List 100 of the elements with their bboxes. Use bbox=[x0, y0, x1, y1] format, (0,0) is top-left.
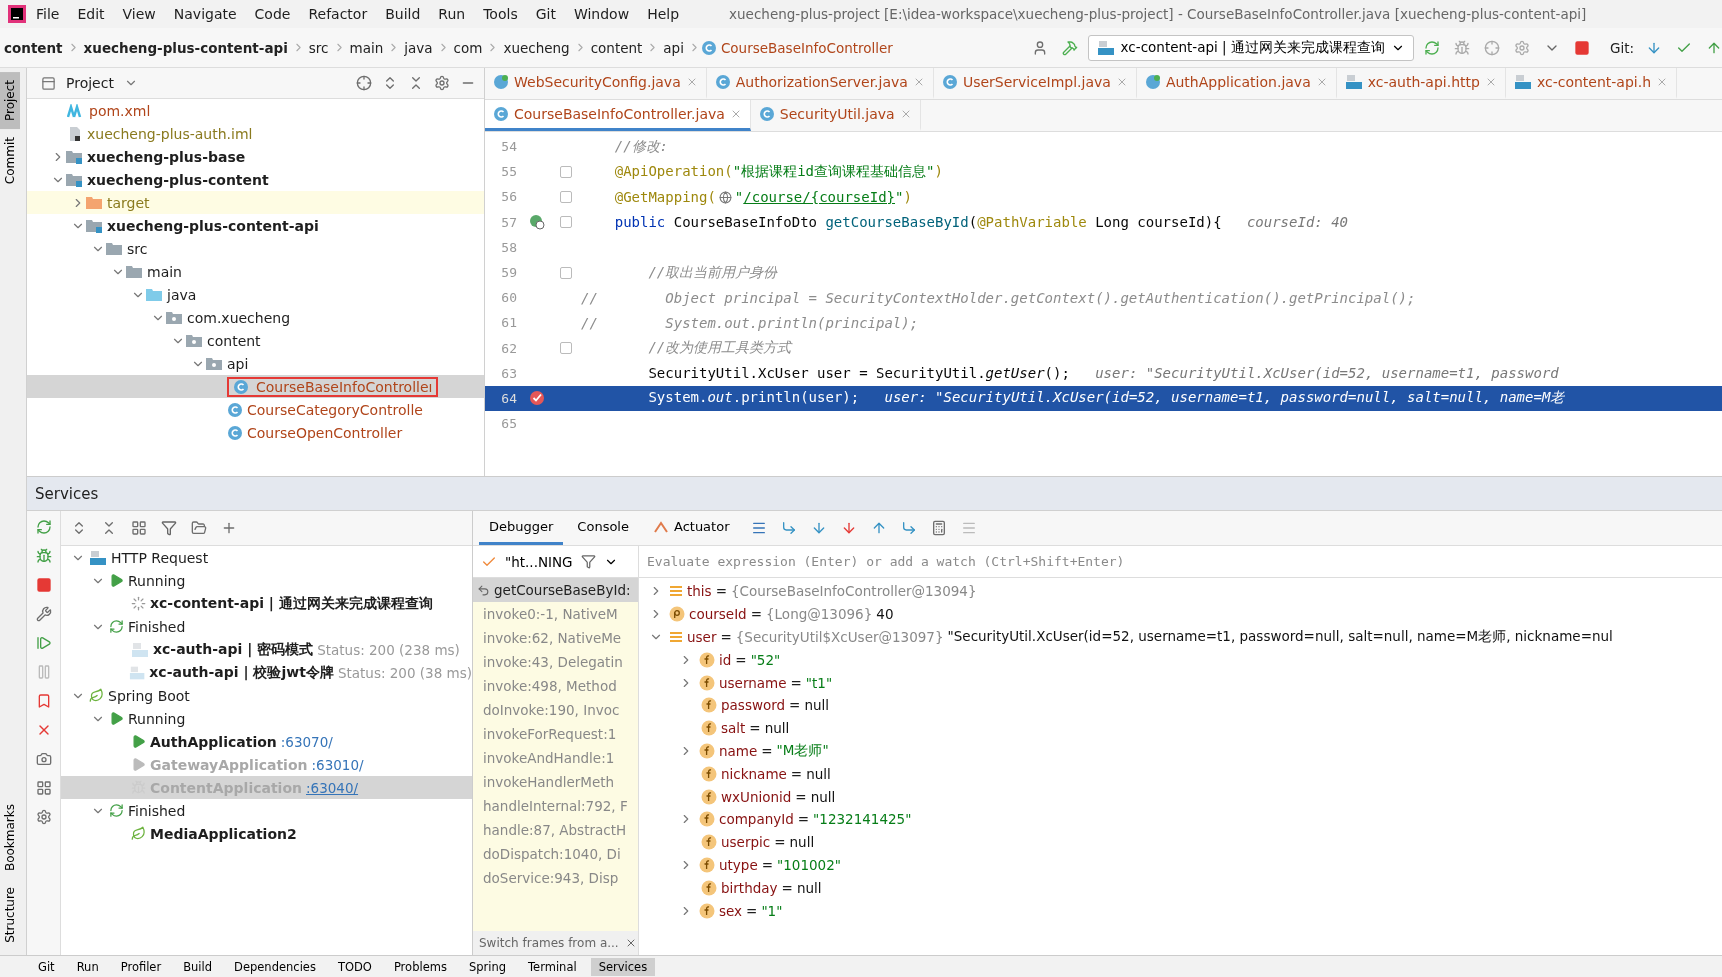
fold-marker[interactable] bbox=[560, 266, 572, 279]
fold-marker[interactable] bbox=[560, 190, 572, 203]
tree-item-label[interactable]: content bbox=[207, 332, 261, 349]
group-icon[interactable] bbox=[131, 520, 147, 536]
variable-name[interactable]: nickname bbox=[721, 765, 787, 782]
variable-name[interactable]: birthday bbox=[721, 879, 778, 896]
menu-item[interactable]: Code bbox=[246, 6, 299, 22]
breadcrumb[interactable]: content bbox=[0, 39, 67, 56]
coverage-icon[interactable] bbox=[1483, 39, 1500, 56]
locate-icon[interactable] bbox=[356, 75, 372, 91]
tool-window-tab[interactable]: Structure bbox=[0, 879, 20, 951]
tree-item-label[interactable]: com.xuecheng bbox=[187, 309, 291, 326]
tool-window-button[interactable]: Build bbox=[175, 957, 221, 976]
run-configuration-dropdown[interactable]: xc-content-api | 通过网关来完成课程查询 bbox=[1087, 34, 1414, 61]
tree-item-label[interactable]: api bbox=[227, 355, 249, 372]
breadcrumb[interactable]: com bbox=[449, 39, 487, 56]
service-item-label[interactable]: xc-content-api | 通过网关来完成课程查询 bbox=[150, 594, 433, 613]
tree-item-label[interactable]: src bbox=[127, 240, 148, 257]
filter-icon[interactable] bbox=[161, 520, 177, 536]
tree-item-label[interactable]: xuecheng-plus-content-api bbox=[107, 217, 319, 234]
tree-item-label[interactable]: CourseOpenController bbox=[247, 424, 403, 441]
debugger-tab[interactable]: Console bbox=[567, 511, 639, 545]
menu-item[interactable]: Tools bbox=[475, 6, 526, 22]
stack-frame[interactable]: doService:943, Disp bbox=[473, 866, 638, 890]
stop-icon[interactable] bbox=[1573, 39, 1590, 56]
fold-marker[interactable] bbox=[560, 216, 572, 229]
breadcrumb[interactable]: src bbox=[304, 39, 333, 56]
tool-window-button[interactable]: Terminal bbox=[520, 957, 585, 976]
service-item-label[interactable]: Running bbox=[128, 710, 186, 727]
globe-icon[interactable] bbox=[718, 190, 732, 204]
fold-marker[interactable] bbox=[560, 342, 572, 355]
menu-item[interactable]: Build bbox=[377, 6, 429, 22]
editor-tab[interactable]: AuthorizationServer.java bbox=[706, 68, 934, 99]
breadcrumb[interactable]: CourseBaseInfoController bbox=[716, 39, 897, 56]
panel-title[interactable]: Project bbox=[66, 75, 114, 91]
tool-window-button[interactable]: Dependencies bbox=[226, 957, 324, 976]
build-icon[interactable] bbox=[1061, 39, 1078, 56]
service-item-label[interactable]: xc-auth-api | 校验jwt令牌 bbox=[149, 663, 334, 682]
tree-item-label[interactable]: CourseCategoryControlle bbox=[247, 401, 423, 418]
breadcrumb[interactable]: xuecheng-plus-content-api bbox=[79, 39, 292, 56]
editor-tab[interactable]: AuthApplication.java bbox=[1136, 68, 1337, 99]
variable-name[interactable]: id bbox=[719, 651, 732, 668]
menu-item[interactable]: Edit bbox=[69, 6, 113, 22]
service-item-label[interactable]: Finished bbox=[128, 618, 186, 635]
settings-icon[interactable] bbox=[434, 75, 450, 91]
profile-icon[interactable] bbox=[1513, 39, 1530, 56]
variable-name[interactable]: userpic bbox=[721, 834, 771, 851]
service-item-label[interactable]: xc-auth-api | 密码模式 bbox=[153, 640, 314, 659]
menu-item[interactable]: Window bbox=[565, 6, 638, 22]
debugger-tab[interactable]: Actuator bbox=[642, 511, 740, 545]
variable-name[interactable]: password bbox=[721, 697, 786, 714]
stack-frame[interactable]: doInvoke:190, Invoc bbox=[473, 698, 638, 722]
tree-item-label[interactable]: xuecheng-plus-auth.iml bbox=[87, 125, 253, 142]
stack-frame[interactable]: invoke0:-1, NativeM bbox=[473, 602, 638, 626]
service-item-label[interactable]: MediaApplication2 bbox=[150, 825, 297, 842]
stack-frame[interactable]: handle:87, AbstractH bbox=[473, 818, 638, 842]
add-icon[interactable] bbox=[221, 520, 237, 536]
breadcrumb[interactable]: main bbox=[345, 39, 388, 56]
tree-item-label[interactable]: target bbox=[107, 194, 150, 211]
tool-window-button[interactable]: Services bbox=[590, 957, 656, 976]
menu-item[interactable]: View bbox=[114, 6, 164, 22]
tree-item-label[interactable]: main bbox=[147, 263, 182, 280]
evaluate-icon[interactable] bbox=[931, 520, 948, 536]
editor-tab[interactable]: WebSecurityConfig.java bbox=[485, 68, 707, 99]
stack-frame[interactable]: invoke:62, NativeMe bbox=[473, 626, 638, 650]
editor-tab[interactable]: SecurityUtil.java bbox=[750, 100, 921, 131]
port-link[interactable]: :63070/ bbox=[280, 733, 333, 750]
resume-icon[interactable] bbox=[35, 635, 52, 651]
breadcrumb[interactable]: java bbox=[400, 39, 437, 56]
variable-name[interactable]: this bbox=[687, 583, 712, 600]
stack-frame[interactable]: invokeHandlerMeth bbox=[473, 770, 638, 794]
menu-item[interactable]: Help bbox=[639, 6, 688, 22]
service-item-label[interactable]: Spring Boot bbox=[108, 687, 190, 704]
variable-name[interactable]: companyId bbox=[719, 811, 794, 828]
wrench-icon[interactable] bbox=[35, 606, 52, 622]
rerun-icon[interactable] bbox=[35, 519, 52, 535]
stack-frame[interactable]: getCourseBaseById: bbox=[473, 578, 638, 602]
service-item-label[interactable]: AuthApplication bbox=[150, 733, 277, 750]
tree-item-label[interactable]: xuecheng-plus-base bbox=[87, 148, 246, 165]
stack-frame[interactable]: invokeAndHandle:1 bbox=[473, 746, 638, 770]
menu-item[interactable]: Navigate bbox=[165, 6, 245, 22]
variable-name[interactable]: wxUnionid bbox=[721, 788, 792, 805]
editor-tab[interactable]: UserServiceImpl.java bbox=[933, 68, 1137, 99]
variable-name[interactable]: salt bbox=[721, 720, 746, 737]
stop-icon[interactable] bbox=[35, 577, 52, 593]
tool-window-button[interactable]: Spring bbox=[460, 957, 515, 976]
step-over-icon[interactable] bbox=[781, 520, 798, 536]
variable-name[interactable]: username bbox=[719, 674, 787, 691]
tree-item-label[interactable]: pom.xml bbox=[89, 102, 151, 119]
tool-window-button[interactable]: Run bbox=[68, 957, 107, 976]
tool-window-button[interactable]: Git bbox=[30, 957, 63, 976]
run-to-cursor-icon[interactable] bbox=[901, 520, 918, 536]
breadcrumb[interactable]: content bbox=[586, 39, 647, 56]
editor-tab[interactable]: CourseBaseInfoController.java bbox=[485, 100, 751, 131]
new-tab-icon[interactable] bbox=[191, 520, 207, 536]
editor-tab[interactable]: xc-content-api.h bbox=[1505, 68, 1678, 99]
breadcrumb[interactable]: xuecheng bbox=[499, 39, 574, 56]
tree-item-label[interactable]: java bbox=[167, 286, 197, 303]
settings-icon[interactable] bbox=[35, 809, 52, 825]
variable-name[interactable]: sex bbox=[719, 902, 743, 919]
